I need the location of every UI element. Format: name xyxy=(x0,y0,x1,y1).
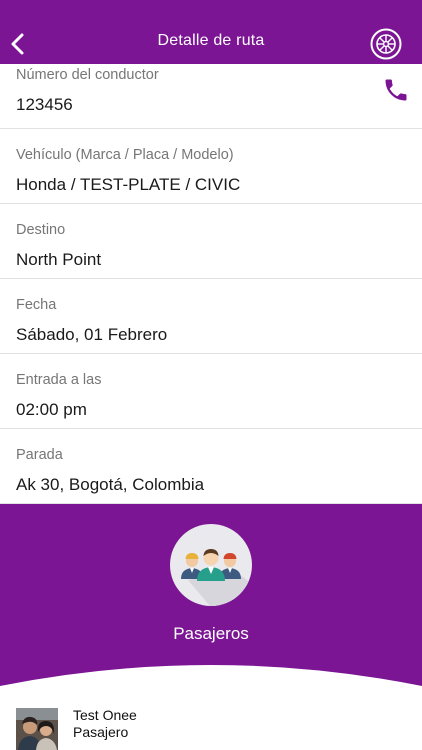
field-label: Parada xyxy=(16,447,63,463)
field-driver-number: Número del conductor 123456 xyxy=(0,64,422,129)
field-value: 123456 xyxy=(16,95,73,114)
field-label: Destino xyxy=(16,222,66,238)
passengers-group-icon xyxy=(170,524,252,606)
field-vehicle: Vehículo (Marca / Placa / Modelo) Honda … xyxy=(0,129,422,204)
field-date: Fecha Sábado, 01 Febrero xyxy=(0,279,422,354)
page-title: Detalle de ruta xyxy=(157,32,265,49)
field-stop: Parada Ak 30, Bogotá, Colombia xyxy=(0,429,422,504)
field-value: North Point xyxy=(16,250,102,269)
steering-wheel-icon[interactable] xyxy=(369,27,403,61)
field-value: Ak 30, Bogotá, Colombia xyxy=(16,475,205,494)
app-header: Detalle de ruta xyxy=(0,0,422,64)
field-label: Fecha xyxy=(16,297,57,313)
passengers-panel[interactable]: Pasajeros xyxy=(0,504,422,706)
passengers-label: Pasajeros xyxy=(173,624,249,643)
field-label: Número del conductor xyxy=(16,67,159,83)
field-entry-time: Entrada a las 02:00 pm xyxy=(0,354,422,429)
phone-icon[interactable] xyxy=(382,76,410,104)
field-value: Honda / TEST-PLATE / CIVIC xyxy=(16,175,241,194)
passenger-photo xyxy=(16,708,58,750)
list-item[interactable]: Test Onee Pasajero xyxy=(0,706,422,750)
field-label: Vehículo (Marca / Placa / Modelo) xyxy=(16,147,234,163)
field-value: Sábado, 01 Febrero xyxy=(16,325,168,344)
route-details: Número del conductor 123456 Vehículo (Ma… xyxy=(0,64,422,504)
passenger-name: Test Onee xyxy=(73,707,137,723)
field-destination: Destino North Point xyxy=(0,204,422,279)
field-value: 02:00 pm xyxy=(16,400,87,419)
passenger-role: Pasajero xyxy=(73,724,129,740)
field-label: Entrada a las xyxy=(16,372,102,388)
